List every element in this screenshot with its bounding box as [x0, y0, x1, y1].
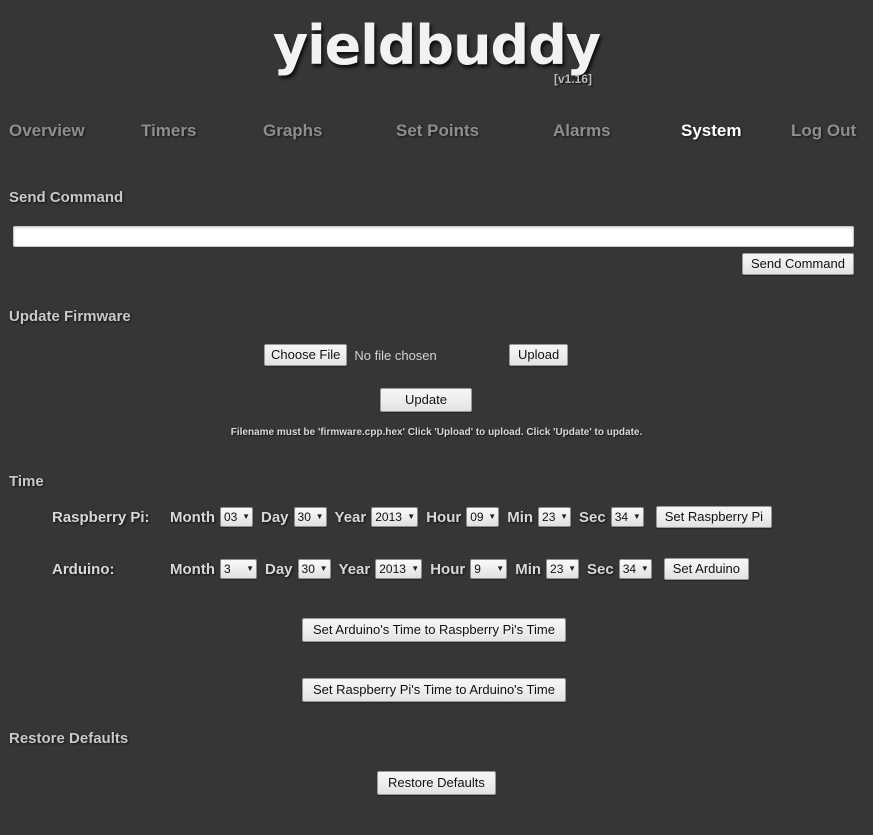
- hour-label: Hour: [426, 508, 462, 526]
- chevron-down-icon: ▼: [640, 564, 649, 573]
- raspberry-pi-time-row: Raspberry Pi: Month 03 ▼ Day 30 ▼ Year 2…: [52, 506, 773, 528]
- main-navigation: Overview Timers Graphs Set Points Alarms…: [0, 105, 873, 157]
- choose-file-button[interactable]: Choose File: [264, 344, 348, 366]
- arduino-month-group: Month 3 ▼: [170, 559, 257, 579]
- app-logo: yieldbuddy: [272, 14, 601, 77]
- rpi-day-value: 30: [297, 510, 311, 524]
- chevron-down-icon: ▼: [319, 564, 328, 573]
- chevron-down-icon: ▼: [411, 564, 420, 573]
- min-label: Min: [507, 508, 534, 526]
- file-status-text: No file chosen: [354, 347, 437, 363]
- rpi-min-group: Min 23 ▼: [507, 507, 572, 527]
- rpi-year-group: Year 2013 ▼: [335, 507, 419, 527]
- nav-item-log-out[interactable]: Log Out: [791, 121, 856, 141]
- raspberry-pi-label: Raspberry Pi:: [52, 508, 150, 526]
- firmware-hint-text: Filename must be 'firmware.cpp.hex' Clic…: [230, 427, 643, 438]
- arduino-day-group: Day 30 ▼: [265, 559, 331, 579]
- rpi-min-value: 23: [542, 510, 556, 524]
- arduino-hour-value: 9: [474, 562, 481, 576]
- arduino-sec-group: Sec 34 ▼: [587, 559, 652, 579]
- nav-item-overview[interactable]: Overview: [9, 121, 85, 141]
- set-arduino-time-to-rpi-button[interactable]: Set Arduino's Time to Raspberry Pi's Tim…: [302, 618, 566, 642]
- arduino-year-group: Year 2013 ▼: [339, 559, 423, 579]
- arduino-month-value: 3: [223, 562, 231, 576]
- restore-defaults-heading: Restore Defaults: [9, 730, 129, 747]
- rpi-month-value: 03: [223, 510, 238, 524]
- sec-label: Sec: [579, 508, 606, 526]
- rpi-hour-group: Hour 09 ▼: [426, 507, 500, 527]
- rpi-day-select[interactable]: 30 ▼: [293, 507, 327, 527]
- chevron-down-icon: ▼: [632, 512, 641, 521]
- arduino-time-row: Arduino: Month 3 ▼ Day 30 ▼ Year 2013 ▼ …: [52, 558, 749, 580]
- nav-item-alarms[interactable]: Alarms: [553, 121, 611, 141]
- hour-label: Hour: [430, 560, 466, 578]
- year-label: Year: [338, 560, 371, 578]
- arduino-year-value: 2013: [379, 562, 406, 576]
- rpi-hour-select[interactable]: 09 ▼: [466, 507, 500, 527]
- arduino-year-select[interactable]: 2013 ▼: [375, 559, 423, 579]
- rpi-hour-value: 09: [470, 510, 484, 524]
- rpi-month-select[interactable]: 03 ▼: [219, 507, 253, 527]
- chevron-down-icon: ▼: [407, 512, 416, 521]
- rpi-min-select[interactable]: 23 ▼: [538, 507, 572, 527]
- arduino-min-select[interactable]: 23 ▼: [546, 559, 580, 579]
- rpi-sec-group: Sec 34 ▼: [579, 507, 644, 527]
- arduino-label: Arduino:: [52, 560, 115, 578]
- send-command-button[interactable]: Send Command: [742, 253, 854, 275]
- rpi-sec-value: 34: [614, 510, 629, 524]
- update-button[interactable]: Update: [380, 388, 472, 412]
- chevron-down-icon: ▼: [560, 512, 569, 521]
- chevron-down-icon: ▼: [315, 512, 324, 521]
- rpi-year-value: 2013: [375, 510, 402, 524]
- arduino-day-value: 30: [301, 562, 315, 576]
- arduino-day-select[interactable]: 30 ▼: [297, 559, 331, 579]
- nav-item-set-points[interactable]: Set Points: [396, 121, 479, 141]
- time-heading: Time: [9, 473, 44, 490]
- rpi-day-group: Day 30 ▼: [261, 507, 327, 527]
- chevron-down-icon: ▼: [496, 564, 505, 573]
- set-raspberry-pi-button[interactable]: Set Raspberry Pi: [655, 506, 773, 528]
- rpi-month-group: Month 03 ▼: [170, 507, 253, 527]
- arduino-sec-value: 34: [622, 562, 637, 576]
- day-label: Day: [264, 560, 293, 578]
- sec-label: Sec: [587, 560, 614, 578]
- min-label: Min: [515, 560, 542, 578]
- nav-item-timers[interactable]: Timers: [141, 121, 196, 141]
- day-label: Day: [260, 508, 289, 526]
- send-command-heading: Send Command: [9, 189, 124, 206]
- file-picker-row: Choose File No file chosen: [264, 344, 437, 366]
- month-label: Month: [170, 560, 215, 578]
- year-label: Year: [334, 508, 367, 526]
- arduino-min-group: Min 23 ▼: [515, 559, 580, 579]
- set-arduino-button[interactable]: Set Arduino: [663, 558, 749, 580]
- arduino-month-select[interactable]: 3 ▼: [219, 559, 257, 579]
- chevron-down-icon: ▼: [568, 564, 577, 573]
- chevron-down-icon: ▼: [242, 512, 250, 521]
- nav-item-system[interactable]: System: [681, 121, 741, 141]
- arduino-hour-select[interactable]: 9 ▼: [470, 559, 508, 579]
- rpi-sec-select[interactable]: 34 ▼: [610, 507, 644, 527]
- arduino-sec-select[interactable]: 34 ▼: [618, 559, 652, 579]
- chevron-down-icon: ▼: [488, 512, 497, 521]
- update-firmware-heading: Update Firmware: [9, 308, 131, 325]
- month-label: Month: [170, 508, 215, 526]
- upload-button[interactable]: Upload: [509, 344, 569, 366]
- arduino-hour-group: Hour 9 ▼: [430, 559, 508, 579]
- page-header: yieldbuddy [v1.16]: [0, 0, 873, 105]
- set-rpi-time-to-arduino-button[interactable]: Set Raspberry Pi's Time to Arduino's Tim…: [302, 678, 566, 702]
- nav-item-graphs[interactable]: Graphs: [263, 121, 323, 141]
- rpi-year-select[interactable]: 2013 ▼: [371, 507, 419, 527]
- restore-defaults-button[interactable]: Restore Defaults: [377, 771, 496, 795]
- send-command-input[interactable]: [13, 226, 854, 247]
- chevron-down-icon: ▼: [246, 564, 254, 573]
- version-label: [v1.16]: [554, 72, 593, 86]
- arduino-min-value: 23: [550, 562, 564, 576]
